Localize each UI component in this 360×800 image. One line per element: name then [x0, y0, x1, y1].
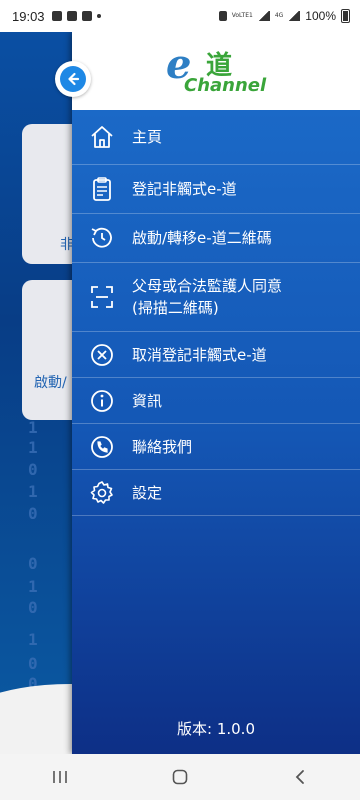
menu-item-label: 聯絡我們	[132, 437, 193, 456]
menu-item-label: 父母或合法監護人同意	[132, 277, 283, 295]
menu-item-activate-qr[interactable]: 啟動/轉移e-道二維碼	[72, 214, 360, 263]
volte-label: VoLTE1	[231, 12, 253, 19]
battery-percent: 100%	[305, 9, 336, 23]
close-drawer-button[interactable]	[55, 61, 91, 97]
refresh-clock-icon	[91, 227, 112, 248]
logo-word: Channel	[184, 75, 267, 96]
back-nav-button[interactable]	[280, 762, 320, 792]
missed-call-icon	[66, 11, 77, 21]
binary-digit: 0	[28, 504, 38, 523]
menu-item-register[interactable]: 登記非觸式e-道	[72, 165, 360, 214]
binary-digit: 1	[28, 418, 38, 437]
menu-item-contact[interactable]: 聯絡我們	[72, 424, 360, 470]
menu-item-parent-consent[interactable]: 父母或合法監護人同意 (掃描二維碼)	[72, 263, 360, 332]
back-nav-icon	[295, 770, 304, 784]
clipboard-icon	[93, 177, 111, 201]
menu-item-label: 主頁	[132, 128, 163, 146]
navigation-drawer: e 道 Channel 主頁 登記非觸式e-道 啟動/轉移e-道二維碼 父母或合…	[72, 32, 360, 754]
system-icons: VoLTE1 4G 100%	[218, 9, 350, 23]
home-icon	[91, 126, 113, 148]
drawer-header: e 道 Channel	[72, 32, 360, 110]
menu-item-info[interactable]: 資訊	[72, 378, 360, 424]
scan-qr-icon	[91, 286, 113, 308]
menu-item-label: 登記非觸式e-道	[132, 180, 237, 198]
network-type-label: 4G	[274, 12, 284, 19]
menu-item-label: 設定	[132, 483, 163, 502]
menu-item-label-block: 父母或合法監護人同意 (掃描二維碼)	[132, 275, 282, 319]
image-notification-icon	[51, 11, 62, 21]
cancel-circle-icon	[91, 343, 113, 366]
signal-icon-2	[288, 11, 301, 21]
menu-item-cancel-register[interactable]: 取消登記非觸式e-道	[72, 332, 360, 378]
binary-digit: 1	[28, 438, 38, 457]
binary-digit: 0	[28, 654, 38, 673]
menu-item-settings[interactable]: 設定	[72, 470, 360, 516]
menu-item-home[interactable]: 主頁	[72, 110, 360, 165]
recent-apps-icon	[53, 771, 67, 783]
home-nav-icon	[172, 769, 188, 785]
mute-icon	[218, 11, 227, 21]
home-nav-button[interactable]	[160, 762, 200, 792]
status-time: 19:03	[12, 8, 45, 24]
binary-digit: 0	[28, 554, 38, 573]
binary-digit: 1	[28, 630, 38, 649]
drawer-menu: 主頁 登記非觸式e-道 啟動/轉移e-道二維碼 父母或合法監護人同意 (掃描二維…	[72, 110, 360, 516]
battery-icon	[341, 9, 350, 23]
notification-icons	[51, 11, 101, 21]
menu-item-sublabel: (掃描二維碼)	[132, 299, 219, 317]
recent-apps-button[interactable]	[40, 762, 80, 792]
tools-notification-icon	[81, 11, 92, 21]
back-arrow-icon	[60, 66, 86, 92]
more-notifications-icon	[96, 14, 101, 18]
gear-icon	[90, 480, 113, 504]
app-version: 版本: 1.0.0	[177, 720, 255, 738]
system-nav-bar	[0, 754, 360, 800]
background-card-text: 啟動/	[34, 375, 67, 391]
info-icon	[91, 389, 113, 412]
binary-digit: 0	[28, 598, 38, 617]
echannel-logo: e 道 Channel	[164, 43, 268, 99]
status-bar: 19:03 VoLTE1 4G 100%	[0, 0, 360, 32]
phone-icon	[91, 435, 113, 458]
binary-digit: 1	[28, 482, 38, 501]
menu-item-label: 啟動/轉移e-道二維碼	[132, 229, 272, 247]
menu-item-label: 取消登記非觸式e-道	[132, 345, 267, 364]
signal-icon	[257, 11, 270, 21]
binary-digit: 1	[28, 577, 38, 596]
menu-item-label: 資訊	[132, 391, 163, 410]
binary-digit: 0	[28, 460, 38, 479]
